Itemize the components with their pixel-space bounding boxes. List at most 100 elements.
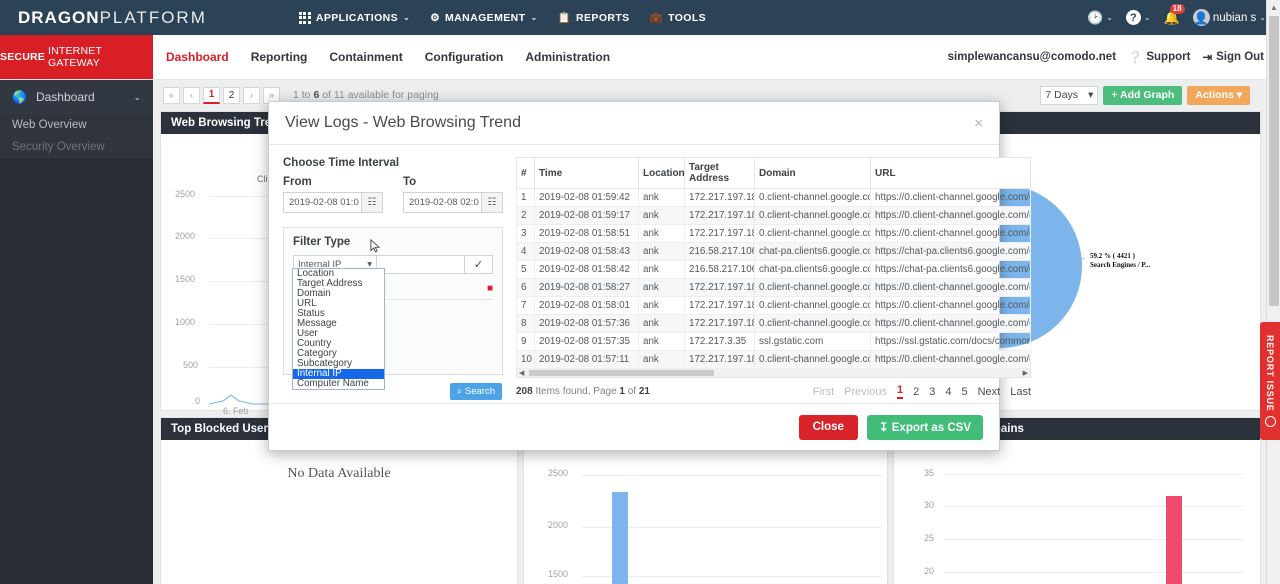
logs-table: # Time Location Target Address Domain UR…	[516, 157, 1031, 369]
cell-domain: 0.client-channel.google.com	[755, 297, 871, 315]
export-label: Export as CSV	[892, 422, 971, 434]
cell-target-address: 172.217.197.189	[685, 207, 755, 225]
cell-target-address: 216.58.217.106	[685, 243, 755, 261]
cell-index: 10	[517, 351, 535, 369]
table-row[interactable]: 82019-02-08 01:57:36ank172.217.197.1890.…	[517, 315, 1031, 333]
table-row[interactable]: 32019-02-08 01:58:51ank172.217.197.1890.…	[517, 225, 1031, 243]
table-row[interactable]: 62019-02-08 01:58:27ank172.217.197.1890.…	[517, 279, 1031, 297]
time-interval-label: Choose Time Interval	[283, 157, 503, 169]
dropdown-option-computer-name[interactable]: Computer Name	[293, 379, 384, 389]
cell-url: https://0.client-channel.google.com/cli	[871, 189, 1031, 207]
items-found-count: 208	[516, 386, 533, 397]
cell-location: ank	[639, 225, 685, 243]
cell-domain: 0.client-channel.google.com	[755, 189, 871, 207]
table-horizontal-scrollbar[interactable]: ◀ ▶	[516, 369, 1031, 378]
cell-url: https://0.client-channel.google.com/cli	[871, 351, 1031, 369]
cell-url: https://0.client-channel.google.com/cli	[871, 279, 1031, 297]
cell-url: https://ssl.gstatic.com/docs/common/	[871, 333, 1031, 351]
table-row[interactable]: 52019-02-08 01:58:42ank216.58.217.106cha…	[517, 261, 1031, 279]
items-found-label: 208 Items found, Page 1 of 21	[516, 386, 650, 397]
pager-next[interactable]: Next	[978, 386, 1001, 398]
close-icon[interactable]: ×	[974, 116, 983, 131]
filter-box: Filter Type Internal IP ▾ ✓ ■ Location T…	[283, 227, 503, 375]
to-date-input-wrap[interactable]: ☷	[403, 192, 503, 213]
cell-time: 2019-02-08 01:57:35	[535, 333, 639, 351]
filter-type-dropdown[interactable]: Location Target Address Domain URL Statu…	[292, 268, 385, 390]
cell-index: 8	[517, 315, 535, 333]
scroll-left-arrow[interactable]: ◀	[519, 369, 524, 377]
table-row[interactable]: 102019-02-08 01:57:11ank172.217.197.1890…	[517, 351, 1031, 369]
pager-page-5[interactable]: 5	[961, 386, 967, 398]
table-row[interactable]: 92019-02-08 01:57:35ank172.217.3.35ssl.g…	[517, 333, 1031, 351]
to-field-group: To ☷	[403, 176, 503, 213]
pager-page-2[interactable]: 2	[913, 386, 919, 398]
pager-previous[interactable]: Previous	[844, 386, 887, 398]
from-date-input[interactable]	[284, 193, 361, 212]
view-logs-modal: View Logs - Web Browsing Trend × Choose …	[268, 101, 1000, 451]
cell-target-address: 216.58.217.106	[685, 261, 755, 279]
cell-target-address: 172.217.3.35	[685, 333, 755, 351]
cell-target-address: 172.217.197.189	[685, 297, 755, 315]
cell-time: 2019-02-08 01:58:27	[535, 279, 639, 297]
pager-page-4[interactable]: 4	[945, 386, 951, 398]
pager-page-1[interactable]: 1	[897, 384, 903, 399]
filter-panel: Choose Time Interval From ☷ To ☷	[283, 157, 503, 399]
cell-target-address: 172.217.197.189	[685, 279, 755, 297]
logs-panel: # Time Location Target Address Domain UR…	[516, 157, 1031, 399]
col-target-address: Target Address	[685, 158, 755, 189]
to-date-input[interactable]	[404, 193, 481, 212]
modal-footer: Close ↧ Export as CSV	[269, 403, 999, 450]
filter-value-input[interactable]	[377, 255, 465, 274]
cell-target-address: 172.217.197.189	[685, 351, 755, 369]
table-row[interactable]: 42019-02-08 01:58:43ank216.58.217.106cha…	[517, 243, 1031, 261]
pager-page-3[interactable]: 3	[929, 386, 935, 398]
search-icon: ⌕	[457, 386, 462, 397]
cell-index: 4	[517, 243, 535, 261]
cell-time: 2019-02-08 01:58:42	[535, 261, 639, 279]
cell-url: https://0.client-channel.google.com/cli	[871, 207, 1031, 225]
from-date-input-wrap[interactable]: ☷	[283, 192, 383, 213]
cell-index: 5	[517, 261, 535, 279]
calendar-icon[interactable]: ☷	[361, 193, 382, 212]
scroll-right-arrow[interactable]: ▶	[1023, 369, 1028, 377]
cell-url: https://0.client-channel.google.com/cli	[871, 225, 1031, 243]
cell-url: https://chat-pa.clients6.google.com/ch	[871, 261, 1031, 279]
cell-target-address: 172.217.197.189	[685, 225, 755, 243]
items-found-text2: of	[625, 386, 639, 397]
table-row[interactable]: 72019-02-08 01:58:01ank172.217.197.1890.…	[517, 297, 1031, 315]
cell-domain: 0.client-channel.google.com	[755, 279, 871, 297]
from-label: From	[283, 176, 383, 188]
search-button[interactable]: ⌕ Search	[450, 383, 502, 400]
pager-first[interactable]: First	[813, 386, 834, 398]
pager-last[interactable]: Last	[1010, 386, 1031, 398]
cell-location: ank	[639, 207, 685, 225]
cell-index: 7	[517, 297, 535, 315]
cell-domain: 0.client-channel.google.com	[755, 225, 871, 243]
table-row[interactable]: 22019-02-08 01:59:17ank172.217.197.1890.…	[517, 207, 1031, 225]
cell-time: 2019-02-08 01:59:17	[535, 207, 639, 225]
cell-index: 3	[517, 225, 535, 243]
cell-time: 2019-02-08 01:57:36	[535, 315, 639, 333]
cell-url: https://chat-pa.clients6.google.com/ch	[871, 243, 1031, 261]
date-range-row: From ☷ To ☷	[283, 176, 503, 213]
cell-time: 2019-02-08 01:58:51	[535, 225, 639, 243]
logs-pager: First Previous 1 2 3 4 5 Next Last	[813, 384, 1031, 399]
export-csv-button[interactable]: ↧ Export as CSV	[867, 415, 983, 440]
cell-location: ank	[639, 279, 685, 297]
filter-confirm-button[interactable]: ✓	[465, 255, 493, 274]
cell-domain: 0.client-channel.google.com	[755, 351, 871, 369]
table-row[interactable]: 12019-02-08 01:59:42ank172.217.197.1890.…	[517, 189, 1031, 207]
col-time: Time	[535, 158, 639, 189]
cell-target-address: 172.217.197.189	[685, 315, 755, 333]
cell-time: 2019-02-08 01:57:11	[535, 351, 639, 369]
close-button[interactable]: Close	[799, 415, 858, 440]
calendar-icon[interactable]: ☷	[481, 193, 502, 212]
cell-target-address: 172.217.197.189	[685, 189, 755, 207]
cell-time: 2019-02-08 01:58:01	[535, 297, 639, 315]
scrollbar-thumb[interactable]	[529, 370, 714, 376]
cell-location: ank	[639, 351, 685, 369]
modal-header: View Logs - Web Browsing Trend ×	[269, 102, 999, 145]
delete-icon[interactable]: ■	[487, 283, 493, 294]
cell-time: 2019-02-08 01:58:43	[535, 243, 639, 261]
cell-location: ank	[639, 243, 685, 261]
